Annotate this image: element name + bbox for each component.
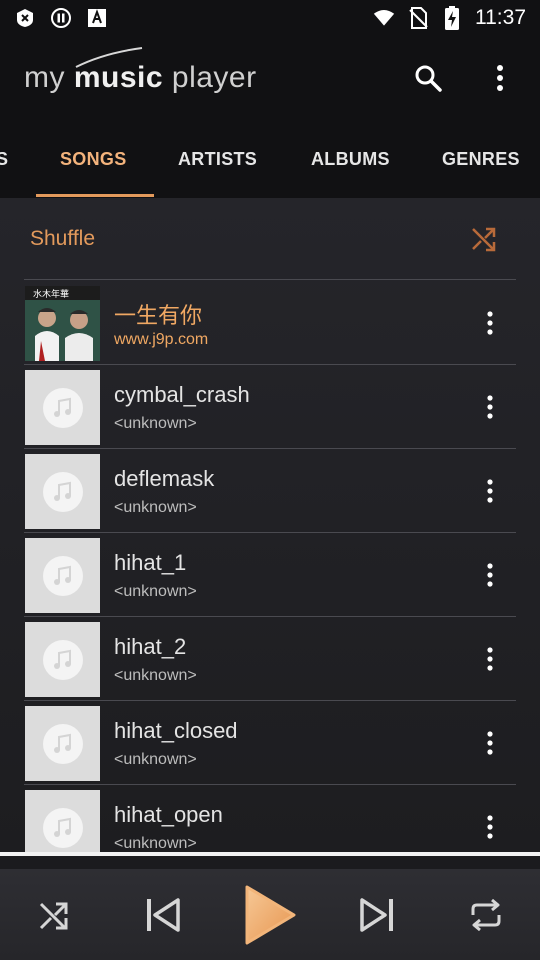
play-icon [245,885,296,944]
song-row[interactable]: cymbal_crash <unknown> [24,365,516,449]
song-title: cymbal_crash [114,382,250,407]
search-button[interactable] [412,62,444,94]
wifi-icon [373,7,395,29]
overflow-menu-button[interactable] [484,62,516,94]
tab-bar: S SONGS ARTISTS ALBUMS GENRES [0,120,540,198]
more-vert-icon [487,563,493,587]
svg-text:水木年華: 水木年華 [33,288,69,300]
status-time: 11:37 [475,6,526,29]
song-title: hihat_open [114,802,223,827]
playback-progress[interactable] [0,852,540,869]
shuffle-all-row[interactable]: Shuffle [24,198,516,280]
tab-artists[interactable]: ARTISTS [178,120,257,198]
song-more-button[interactable] [478,811,502,843]
album-art-placeholder [25,622,100,697]
no-sim-icon [407,7,429,29]
more-vert-icon [497,65,503,91]
song-artist: www.j9p.com [114,331,209,348]
tab-albums[interactable]: ALBUMS [311,120,390,198]
logo-text-player: player [163,61,257,94]
shuffle-icon [39,902,68,929]
song-list-panel: Shuffle 水木年華 一生有你 www.j9p.com cymbal_cra… [0,198,540,852]
app-bar: my music player [0,36,540,120]
font-icon [86,7,108,29]
song-artist: <unknown> [114,415,197,432]
song-artist: <unknown> [114,583,197,600]
more-vert-icon [487,647,493,671]
player-controls [0,869,540,960]
repeat-button[interactable] [464,869,508,960]
song-row[interactable]: 水木年華 一生有你 www.j9p.com [24,281,516,365]
song-more-button[interactable] [478,643,502,675]
album-art-placeholder [25,706,100,781]
song-title: deflemask [114,466,215,491]
song-title: 一生有你 [114,303,203,328]
close-x-icon [14,7,36,29]
song-list: 水木年華 一生有你 www.j9p.com cymbal_crash <unkn… [24,281,516,852]
song-artist: <unknown> [114,751,197,768]
album-art-photo: 水木年華 [25,286,100,361]
album-art-placeholder [25,370,100,445]
music-note-icon [53,481,71,501]
song-row[interactable]: hihat_closed <unknown> [24,701,516,785]
battery-charging-icon [441,6,463,30]
music-note-icon [53,649,71,669]
logo-swoosh-icon [75,47,143,68]
skip-previous-button[interactable] [140,869,184,960]
song-artist: <unknown> [114,835,197,852]
music-note-icon [53,565,71,585]
shuffle-label: Shuffle [30,226,95,250]
skip-previous-icon [147,897,180,932]
skip-next-button[interactable] [356,869,400,960]
app-logo: my music player [24,47,257,95]
more-vert-icon [487,311,493,335]
song-more-button[interactable] [478,307,502,339]
album-art-placeholder [25,790,100,852]
song-row[interactable]: hihat_1 <unknown> [24,533,516,617]
status-bar: 11:37 [0,0,540,36]
tab-genres[interactable]: GENRES [442,120,520,198]
more-vert-icon [487,479,493,503]
song-more-button[interactable] [478,559,502,591]
player-shuffle-button[interactable] [32,869,76,960]
song-row[interactable]: hihat_2 <unknown> [24,617,516,701]
music-note-icon [53,817,71,837]
shuffle-icon [472,227,496,251]
song-more-button[interactable] [478,475,502,507]
music-note-icon [53,733,71,753]
skip-next-icon [360,897,393,932]
song-title: hihat_2 [114,634,187,659]
more-vert-icon [487,395,493,419]
pause-icon [50,7,72,29]
more-vert-icon [487,731,493,755]
song-row[interactable]: hihat_open <unknown> [24,785,516,852]
album-art-placeholder [25,454,100,529]
play-button[interactable] [240,869,300,960]
song-title: hihat_closed [114,718,238,743]
more-vert-icon [487,815,493,839]
album-art-placeholder [25,538,100,613]
tab-indicator [36,194,154,197]
progress-track [0,852,540,856]
repeat-icon [471,898,501,931]
shuffle-button[interactable] [468,223,500,255]
song-more-button[interactable] [478,391,502,423]
song-artist: <unknown> [114,499,197,516]
logo-text-my: my [24,61,74,94]
tab-songs[interactable]: SONGS [60,120,127,198]
music-note-icon [53,397,71,417]
song-title: hihat_1 [114,550,187,575]
song-more-button[interactable] [478,727,502,759]
search-icon [415,65,442,92]
tab-partial[interactable]: S [0,120,8,198]
song-row[interactable]: deflemask <unknown> [24,449,516,533]
song-artist: <unknown> [114,667,197,684]
